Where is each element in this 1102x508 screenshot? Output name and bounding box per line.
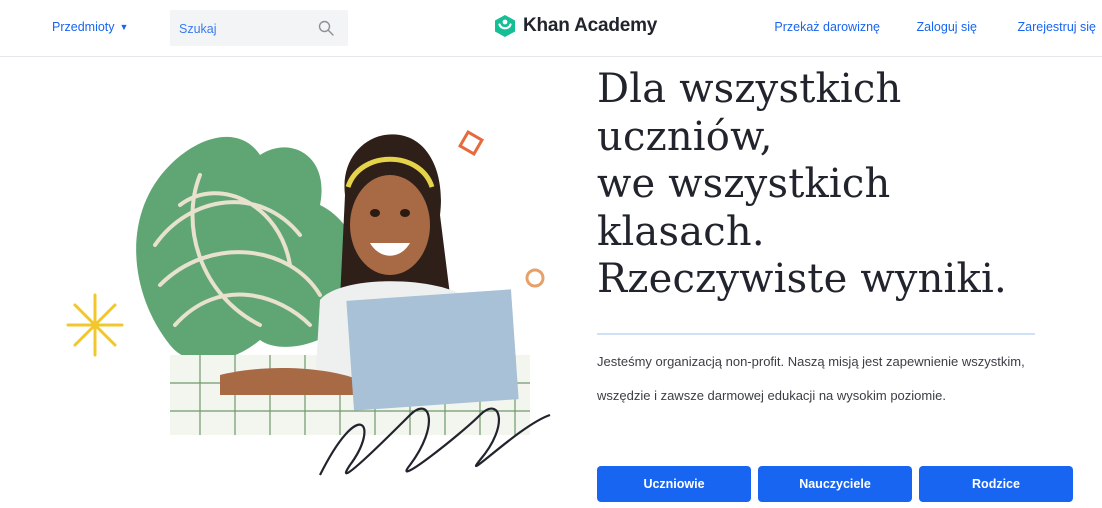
parents-button[interactable]: Rodzice bbox=[919, 466, 1073, 502]
learners-button[interactable]: Uczniowie bbox=[597, 466, 751, 502]
hero-illustration bbox=[66, 130, 551, 476]
star-shape bbox=[66, 293, 124, 357]
top-nav-bar: Przedmioty ▼ Khan Academy Przekaż darowi… bbox=[0, 0, 1102, 57]
login-link[interactable]: Zaloguj się bbox=[917, 20, 977, 34]
subjects-label: Przedmioty bbox=[52, 20, 115, 34]
khan-academy-logo-icon bbox=[495, 15, 515, 37]
logo-text: Khan Academy bbox=[523, 15, 658, 36]
teachers-button[interactable]: Nauczyciele bbox=[758, 466, 912, 502]
khan-academy-logo[interactable]: Khan Academy bbox=[494, 14, 657, 38]
hero-headline: Dla wszystkich uczniów, we wszystkich kl… bbox=[597, 66, 1077, 304]
headline-line: we wszystkich bbox=[597, 161, 891, 207]
ring-shape bbox=[525, 268, 545, 288]
mission-text: Jesteśmy organizacją non-profit. Naszą m… bbox=[597, 354, 1025, 403]
search-input[interactable] bbox=[170, 10, 321, 48]
headline-line: Dla wszystkich bbox=[597, 66, 902, 112]
laptop-screen bbox=[346, 289, 519, 411]
donate-link[interactable]: Przekaż darowiznę bbox=[774, 20, 880, 34]
signup-link[interactable]: Zarejestruj się bbox=[1018, 20, 1097, 34]
chevron-down-icon: ▼ bbox=[119, 22, 129, 32]
search-box bbox=[170, 10, 348, 48]
diamond-shape bbox=[458, 130, 484, 156]
headline-line: uczniów, bbox=[597, 113, 773, 160]
subjects-dropdown[interactable]: Przedmioty ▼ bbox=[52, 20, 128, 34]
headline-line: Rzeczywiste wyniki. bbox=[597, 256, 1007, 302]
headline-underline bbox=[597, 333, 1035, 335]
headline-line: klasach. bbox=[597, 208, 765, 255]
search-icon[interactable] bbox=[318, 20, 334, 36]
